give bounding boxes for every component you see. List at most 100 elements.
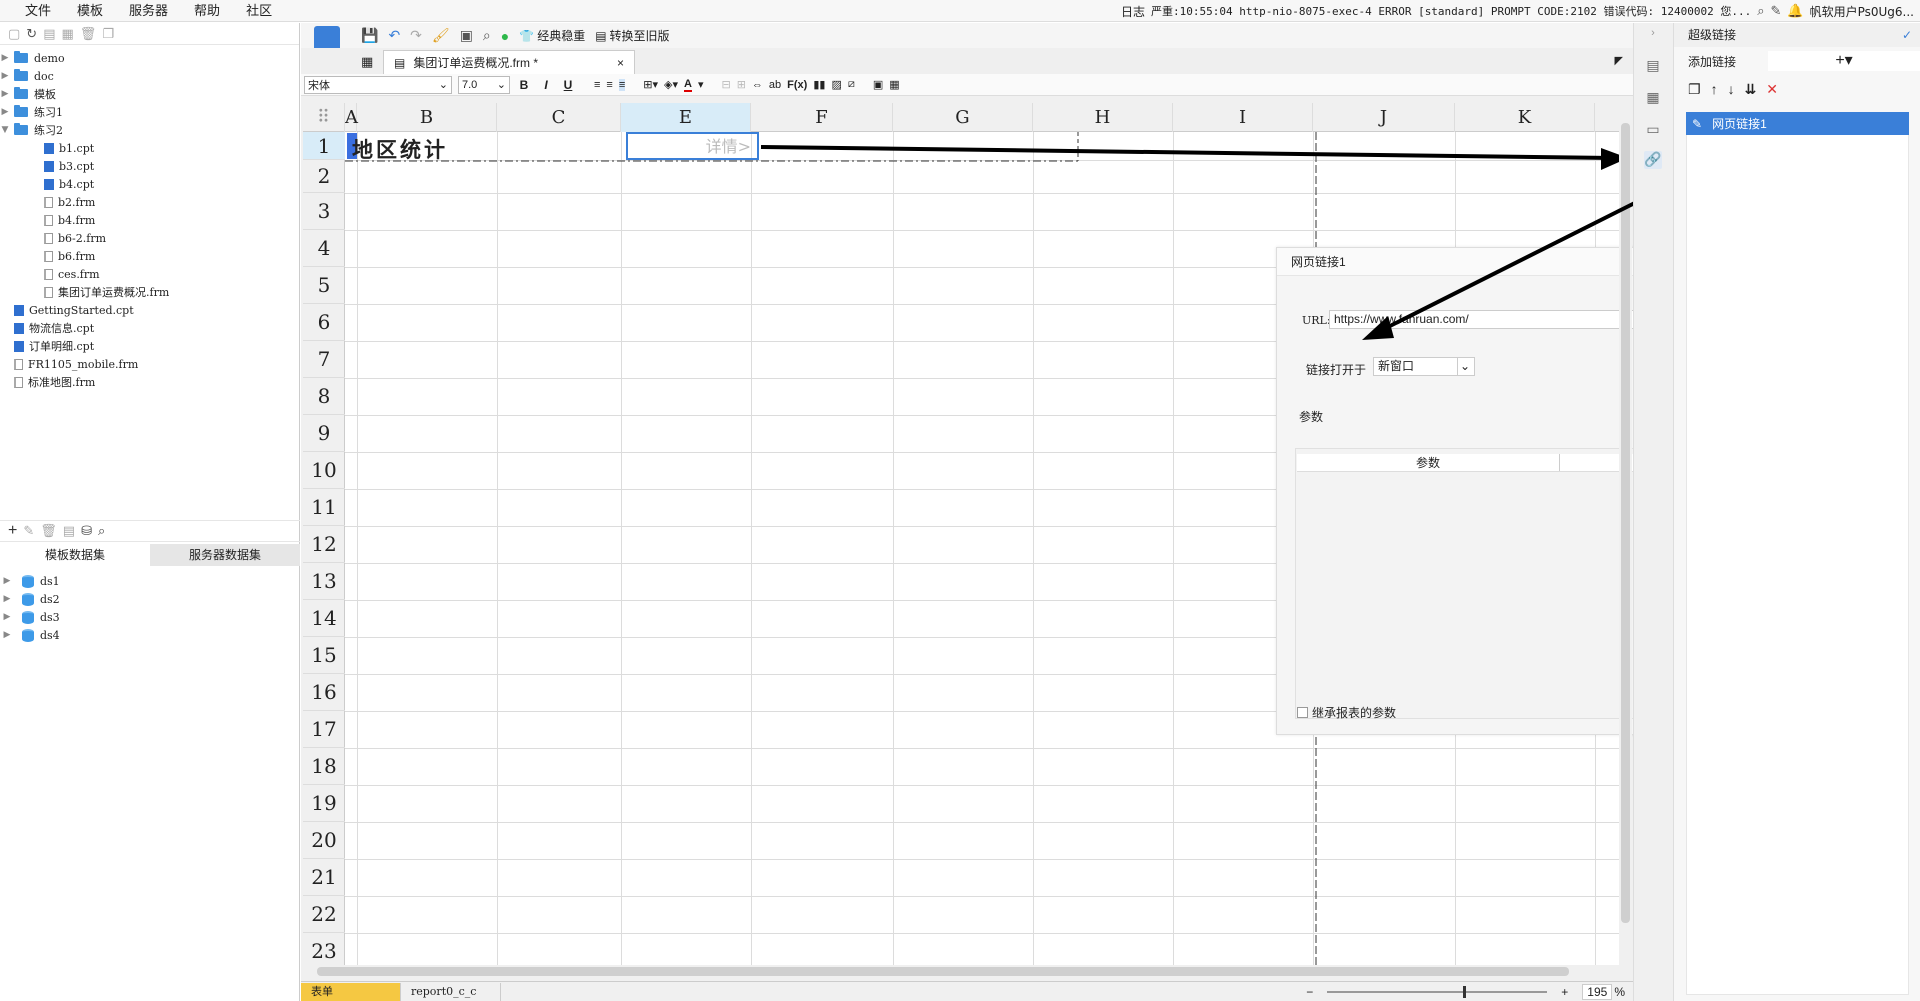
tree-item[interactable]: ▶ doc xyxy=(0,67,299,85)
delete-dataset-icon[interactable]: 🗑 xyxy=(40,523,57,539)
grid-view-icon[interactable]: ▦ xyxy=(361,54,373,70)
chart-icon[interactable]: ▮▮ xyxy=(813,78,825,91)
shrink-icon[interactable]: ⇔ xyxy=(752,79,763,91)
copy-icon[interactable]: ❐ xyxy=(102,26,114,42)
check-icon[interactable]: ● xyxy=(501,28,509,44)
component-icon[interactable]: ▤ xyxy=(1644,57,1662,75)
sheet-tab-report[interactable]: report0_c_c xyxy=(401,982,501,1001)
bold-icon[interactable]: B xyxy=(516,78,532,92)
search-icon[interactable]: ⌕ xyxy=(1757,4,1764,19)
search-dataset-icon[interactable]: ⌕ xyxy=(98,523,105,539)
inherit-checkbox[interactable] xyxy=(1297,707,1308,718)
bell-icon[interactable]: 🔔 xyxy=(1787,4,1803,19)
tree-item[interactable]: GettingStarted.cpt xyxy=(0,301,299,319)
delete-icon[interactable]: 🗑 xyxy=(80,26,97,42)
tree-item[interactable]: ▼ 练习2 xyxy=(0,121,299,139)
menu-server[interactable]: 服务器 xyxy=(116,0,181,22)
italic-icon[interactable]: I xyxy=(538,78,554,92)
zoom-in-icon[interactable]: + xyxy=(1561,985,1568,999)
zoom-thumb[interactable] xyxy=(1463,986,1467,998)
zoom-value-box[interactable]: 195 xyxy=(1582,984,1613,1000)
horizontal-scrollbar[interactable] xyxy=(303,965,1619,978)
new-folder-icon[interactable]: ▢ xyxy=(8,26,20,42)
save-icon[interactable]: 💾 xyxy=(361,27,378,44)
tree-item[interactable]: b6.frm xyxy=(0,247,299,265)
chevron-down-icon[interactable]: ▾ xyxy=(698,78,704,91)
tree-item[interactable]: ces.frm xyxy=(0,265,299,283)
add-dataset-icon[interactable]: + xyxy=(8,522,17,540)
chevron-right-icon[interactable]: ▶ xyxy=(0,53,10,63)
classic-theme-button[interactable]: 👕 经典稳重 xyxy=(519,27,585,44)
menu-file[interactable]: 文件 xyxy=(12,0,64,22)
scrollbar-thumb[interactable] xyxy=(317,967,1569,976)
tab-menu-icon[interactable]: ◤ xyxy=(1615,54,1623,67)
editor-tab[interactable]: ▤ 集团订单运费概况.frm * × xyxy=(383,50,635,74)
menu-help[interactable]: 帮助 xyxy=(181,0,233,22)
split-cell-icon[interactable]: ⊞ xyxy=(737,78,746,91)
preview-icon[interactable]: ⌕ xyxy=(483,27,491,44)
tree-item[interactable]: b2.frm xyxy=(0,193,299,211)
sort-icon[interactable]: ⇊ xyxy=(1745,81,1757,98)
preview-dataset-icon[interactable]: ▤ xyxy=(63,523,75,539)
add-link-button[interactable]: +▾ xyxy=(1768,51,1920,71)
tree-item[interactable]: ▶ 模板 xyxy=(0,85,299,103)
align-right-icon[interactable]: ≡ xyxy=(618,78,626,91)
undo-icon[interactable]: ↶ xyxy=(388,27,400,44)
dataset-item[interactable]: ▶ ds2 xyxy=(0,590,300,608)
log-label[interactable]: 日志 xyxy=(1121,3,1145,20)
format-brush-icon[interactable]: 🖌 xyxy=(432,27,450,44)
chevron-right-icon[interactable]: ▶ xyxy=(2,630,12,640)
dataset-item[interactable]: ▶ ds3 xyxy=(0,608,300,626)
cell-attr-icon[interactable]: ▦ xyxy=(1644,89,1662,107)
text-wrap-icon[interactable]: ab xyxy=(769,79,781,91)
redo-icon[interactable]: ↷ xyxy=(410,27,422,44)
fill-color-icon[interactable]: ◈▾ xyxy=(664,78,678,91)
dataset-item[interactable]: ▶ ds1 xyxy=(0,572,300,590)
move-down-icon[interactable]: ↓ xyxy=(1728,81,1735,97)
dataset-item[interactable]: ▶ ds4 xyxy=(0,626,300,644)
tree-item[interactable]: FR1105_mobile.frm xyxy=(0,355,299,373)
menu-template[interactable]: 模板 xyxy=(64,0,116,22)
template-param-icon[interactable]: ▣ xyxy=(460,27,473,44)
move-up-icon[interactable]: ↑ xyxy=(1711,81,1718,97)
open-in-select[interactable]: 新窗口 ⌄ xyxy=(1373,357,1475,376)
formula-icon[interactable]: F(x) xyxy=(787,79,807,91)
user-name[interactable]: 帆软用户Ps0Ug6... xyxy=(1810,3,1914,20)
widget-icon[interactable]: ▭ xyxy=(1644,121,1662,139)
slash-icon[interactable]: ⧄ xyxy=(848,78,855,91)
sheet-tab-form[interactable]: 表单 xyxy=(301,982,401,1001)
table-icon[interactable]: ▦ xyxy=(889,78,899,91)
tree-item[interactable]: 订单明细.cpt xyxy=(0,337,299,355)
chevron-right-icon[interactable]: ▶ xyxy=(2,594,12,604)
font-select[interactable]: 宋体 ⌄ xyxy=(304,75,452,94)
tree-item[interactable]: b6-2.frm xyxy=(0,229,299,247)
tree-item[interactable]: b4.frm xyxy=(0,211,299,229)
tab-template-dataset[interactable]: 模板数据集 xyxy=(0,544,150,566)
zoom-slider[interactable] xyxy=(1327,986,1548,998)
tree-item[interactable]: ▶ 练习1 xyxy=(0,103,299,121)
edit-icon[interactable]: ✎ xyxy=(1771,4,1782,19)
align-center-icon[interactable]: ≡ xyxy=(606,79,612,91)
collapse-arrow-icon[interactable]: › xyxy=(1644,27,1662,45)
chevron-right-icon[interactable]: ▶ xyxy=(2,576,12,586)
scrollbar-thumb[interactable] xyxy=(1621,123,1630,923)
font-color-icon[interactable]: A xyxy=(684,78,692,92)
underline-icon[interactable]: U xyxy=(560,78,576,92)
inherit-checkbox-row[interactable]: 继承报表的参数 xyxy=(1297,704,1396,721)
border-icon[interactable]: ⊞▾ xyxy=(643,78,658,91)
copy-icon[interactable]: ❐ xyxy=(1688,81,1701,98)
link-item[interactable]: ✎ 网页链接1 xyxy=(1686,112,1909,135)
chevron-right-icon[interactable]: ▶ xyxy=(0,71,10,81)
refresh-icon[interactable]: ↻ xyxy=(26,26,37,42)
database-icon[interactable]: ⛁ xyxy=(81,523,92,539)
tree-item[interactable]: 标准地图.frm xyxy=(0,373,299,391)
chevron-right-icon[interactable]: ▶ xyxy=(0,89,10,99)
merge-cell-icon[interactable]: ⊟ xyxy=(721,78,730,91)
cell-element-icon[interactable]: ▣ xyxy=(873,78,883,91)
tree-item[interactable]: b1.cpt xyxy=(0,139,299,157)
tab-server-dataset[interactable]: 服务器数据集 xyxy=(150,544,300,566)
hyperlink-icon[interactable]: 🔗 xyxy=(1644,151,1662,169)
zoom-out-icon[interactable]: − xyxy=(1306,985,1313,999)
chevron-right-icon[interactable]: ▶ xyxy=(2,612,12,622)
tree-item[interactable]: b3.cpt xyxy=(0,157,299,175)
